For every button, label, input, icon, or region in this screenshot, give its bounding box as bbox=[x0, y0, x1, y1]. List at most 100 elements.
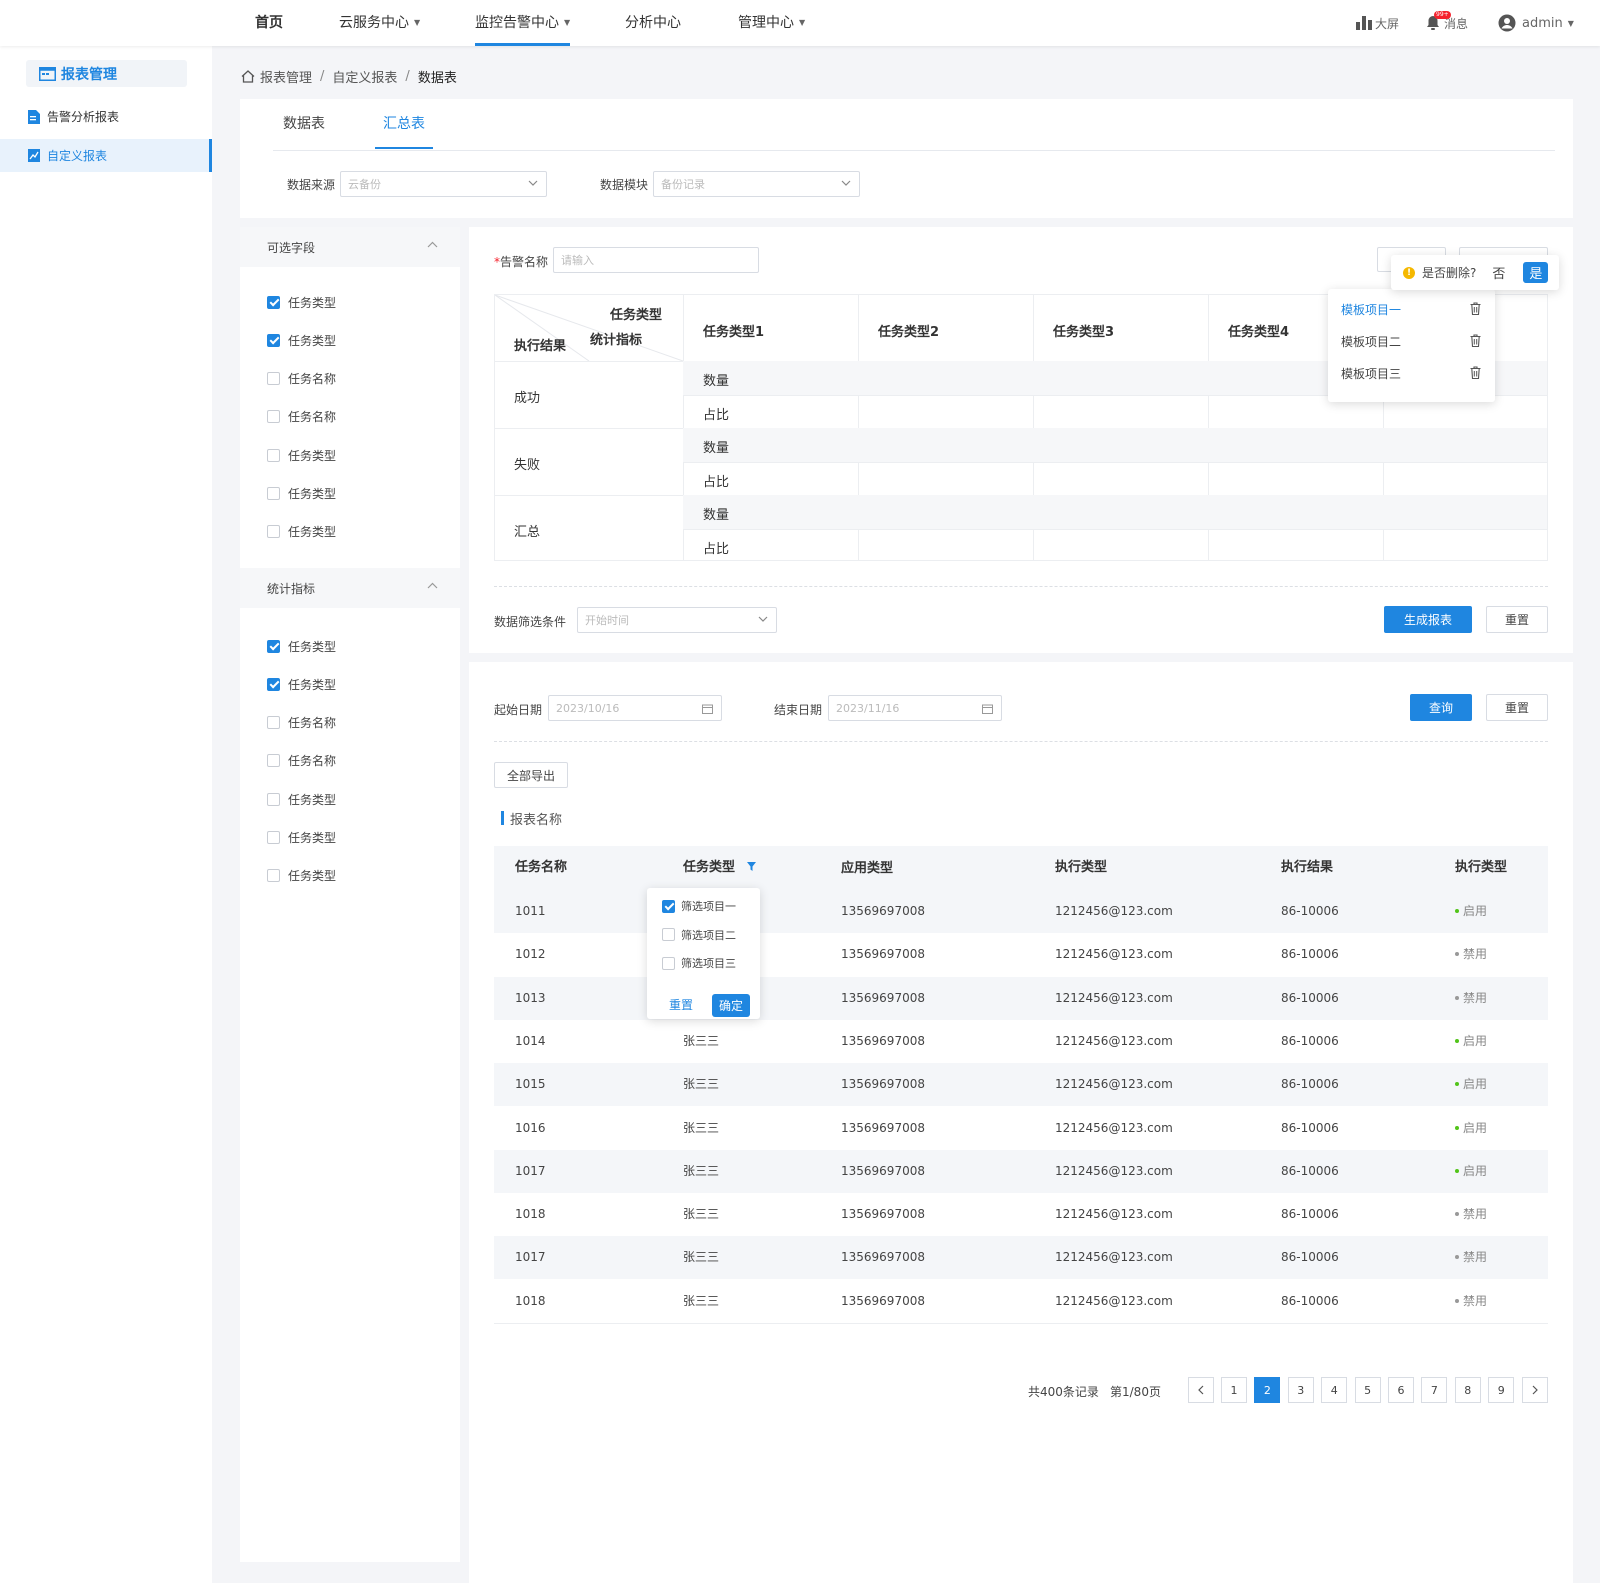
sidebar-item-alarm-report[interactable]: 告警分析报表 bbox=[0, 100, 212, 133]
optional-field-checkbox-row[interactable]: 任务类型 bbox=[267, 523, 336, 541]
tab-summary-table[interactable]: 汇总表 bbox=[375, 99, 433, 149]
filter-icon[interactable] bbox=[747, 862, 757, 871]
metric-checkbox-row[interactable]: 任务类型 bbox=[267, 867, 336, 885]
tab-bar: 数据表 汇总表 bbox=[273, 99, 1555, 151]
pagination-page-button[interactable]: 6 bbox=[1388, 1377, 1414, 1403]
optional-field-checkbox-row[interactable]: 任务类型 bbox=[267, 485, 336, 503]
checkbox[interactable] bbox=[267, 792, 280, 806]
end-date-value: 2023/11/16 bbox=[836, 701, 900, 715]
table-row[interactable]: 1017 张三三 13569697008 1212456@123.com 86-1000… bbox=[494, 1236, 1548, 1280]
pagination-page-button[interactable]: 8 bbox=[1454, 1377, 1481, 1403]
optional-field-checkbox-row[interactable]: 任务名称 bbox=[267, 370, 336, 388]
filter-reset-button[interactable]: 重置 bbox=[669, 996, 693, 1013]
table-row[interactable]: 1016 张三三 13569697008 1212456@123.com 86-1000… bbox=[494, 1107, 1548, 1150]
nav-item-management[interactable]: 管理中心 ▼ bbox=[738, 0, 805, 46]
grid-group-label: 汇总 bbox=[514, 524, 541, 540]
filter-ok-button[interactable]: 确定 bbox=[712, 994, 751, 1017]
checkbox[interactable] bbox=[267, 677, 280, 691]
metric-checkbox-row[interactable]: 任务名称 bbox=[267, 752, 336, 770]
metric-checkbox-row[interactable]: 任务名称 bbox=[267, 714, 336, 732]
checkbox[interactable] bbox=[267, 831, 280, 844]
pagination-page-button[interactable]: 9 bbox=[1488, 1377, 1515, 1403]
trash-icon[interactable] bbox=[1470, 366, 1481, 379]
checkbox[interactable] bbox=[267, 716, 280, 730]
chevron-up-icon[interactable] bbox=[427, 241, 438, 248]
generate-report-button[interactable]: 生成报表 bbox=[1384, 606, 1472, 633]
optional-field-checkbox-row[interactable]: 任务类型 bbox=[267, 446, 336, 464]
reset-query-button[interactable]: 重置 bbox=[1486, 694, 1548, 721]
column-header-task-type[interactable]: 任务类型 bbox=[683, 846, 757, 890]
checkbox[interactable] bbox=[267, 869, 280, 883]
trash-icon[interactable] bbox=[1470, 302, 1481, 315]
metric-checkbox-row[interactable]: 任务类型 bbox=[267, 637, 336, 655]
metric-checkbox-row[interactable]: 任务类型 bbox=[267, 790, 336, 808]
reset-summary-button[interactable]: 重置 bbox=[1486, 606, 1548, 633]
table-row[interactable]: 1015 张三三 13569697008 1212456@123.com 86-1000… bbox=[494, 1063, 1548, 1107]
caret-down-icon: ▼ bbox=[414, 18, 421, 27]
pagination-page-button[interactable]: 7 bbox=[1421, 1377, 1448, 1403]
chevron-up-icon[interactable] bbox=[427, 582, 438, 589]
table-row[interactable]: 1014 张三三 13569697008 1212456@123.com 86-1000… bbox=[494, 1020, 1548, 1063]
table-row[interactable]: 1017 张三三 13569697008 1212456@123.com 86-1000… bbox=[494, 1149, 1548, 1193]
user-menu[interactable]: admin ▼ bbox=[1498, 0, 1574, 46]
template-item[interactable]: 模板项目一 bbox=[1328, 295, 1495, 323]
data-source-select[interactable]: 云备份 bbox=[340, 171, 547, 197]
end-date-input[interactable]: 2023/11/16 bbox=[828, 695, 1002, 721]
checkbox[interactable] bbox=[267, 333, 280, 347]
metrics-header[interactable]: 统计指标 bbox=[240, 568, 460, 608]
pagination-prev-button[interactable] bbox=[1188, 1377, 1214, 1403]
nav-item-analysis[interactable]: 分析中心 bbox=[625, 0, 681, 46]
checkbox[interactable] bbox=[267, 448, 280, 462]
checkbox[interactable] bbox=[267, 639, 280, 653]
pagination-next-button[interactable] bbox=[1522, 1377, 1548, 1403]
checkbox[interactable] bbox=[267, 372, 280, 386]
optional-field-checkbox-row[interactable]: 任务类型 bbox=[267, 331, 336, 349]
alarm-name-input[interactable]: 请输入 bbox=[553, 247, 759, 273]
bigscreen-button[interactable]: 大屏 bbox=[1356, 0, 1399, 46]
sidebar-item-custom-report[interactable]: 自定义报表 bbox=[0, 139, 212, 172]
pagination-page-button[interactable]: 3 bbox=[1287, 1377, 1314, 1403]
trash-icon[interactable] bbox=[1470, 334, 1481, 347]
template-item[interactable]: 模板项目三 bbox=[1328, 359, 1495, 387]
breadcrumb-item[interactable]: 自定义报表 bbox=[332, 67, 397, 86]
start-date-input[interactable]: 2023/10/16 bbox=[548, 695, 722, 721]
filter-option[interactable]: 筛选项目一 bbox=[662, 897, 736, 915]
checkbox[interactable] bbox=[267, 295, 280, 309]
breadcrumb-item[interactable]: 报表管理 bbox=[260, 67, 312, 86]
query-button[interactable]: 查询 bbox=[1410, 694, 1472, 721]
data-filter-select[interactable]: 开始时间 bbox=[577, 607, 777, 633]
nav-label: 云服务中心 bbox=[339, 15, 409, 31]
checkbox[interactable] bbox=[267, 525, 280, 539]
optional-field-checkbox-row[interactable]: 任务名称 bbox=[267, 408, 336, 426]
pagination-page-button[interactable]: 4 bbox=[1321, 1377, 1348, 1403]
tab-data-table[interactable]: 数据表 bbox=[283, 99, 325, 149]
metric-checkbox-row[interactable]: 任务类型 bbox=[267, 675, 336, 693]
data-module-select[interactable]: 备份记录 bbox=[653, 171, 860, 197]
checkbox[interactable] bbox=[267, 487, 280, 500]
metric-checkbox-row[interactable]: 任务类型 bbox=[267, 829, 336, 847]
confirm-yes-button[interactable]: 是 bbox=[1523, 262, 1549, 283]
table-row[interactable]: 1018 张三三 13569697008 1212456@123.com 86-1000… bbox=[494, 1193, 1548, 1236]
messages-button[interactable]: 99+ 消息 bbox=[1425, 0, 1468, 46]
checkbox[interactable] bbox=[662, 928, 675, 941]
checkbox[interactable] bbox=[267, 754, 280, 768]
filter-option[interactable]: 筛选项目二 bbox=[662, 926, 736, 944]
optional-fields-header[interactable]: 可选字段 bbox=[240, 227, 460, 267]
nav-item-cloud-service[interactable]: 云服务中心 ▼ bbox=[339, 0, 420, 46]
checkbox[interactable] bbox=[662, 956, 675, 970]
pagination-page-button[interactable]: 2 bbox=[1254, 1377, 1281, 1403]
pagination-page-button[interactable]: 1 bbox=[1221, 1377, 1247, 1403]
nav-item-home[interactable]: 首页 bbox=[255, 0, 283, 46]
template-item[interactable]: 模板项目二 bbox=[1328, 327, 1495, 355]
optional-field-checkbox-row[interactable]: 任务类型 bbox=[267, 293, 336, 311]
confirm-no-button[interactable]: 否 bbox=[1492, 263, 1505, 282]
nav-item-monitor-alarm[interactable]: 监控告警中心 ▼ bbox=[475, 0, 571, 46]
checkbox[interactable] bbox=[267, 410, 280, 424]
pagination-page-button[interactable]: 5 bbox=[1354, 1377, 1381, 1403]
column-header-exec-status: 执行类型 bbox=[1455, 860, 1508, 875]
export-all-button[interactable]: 全部导出 bbox=[494, 762, 568, 788]
status-dot bbox=[1455, 1125, 1459, 1130]
filter-option[interactable]: 筛选项目三 bbox=[662, 954, 736, 972]
table-row[interactable]: 1018 张三三 13569697008 1212456@123.com 86-1000… bbox=[494, 1280, 1548, 1323]
checkbox[interactable] bbox=[662, 899, 675, 913]
